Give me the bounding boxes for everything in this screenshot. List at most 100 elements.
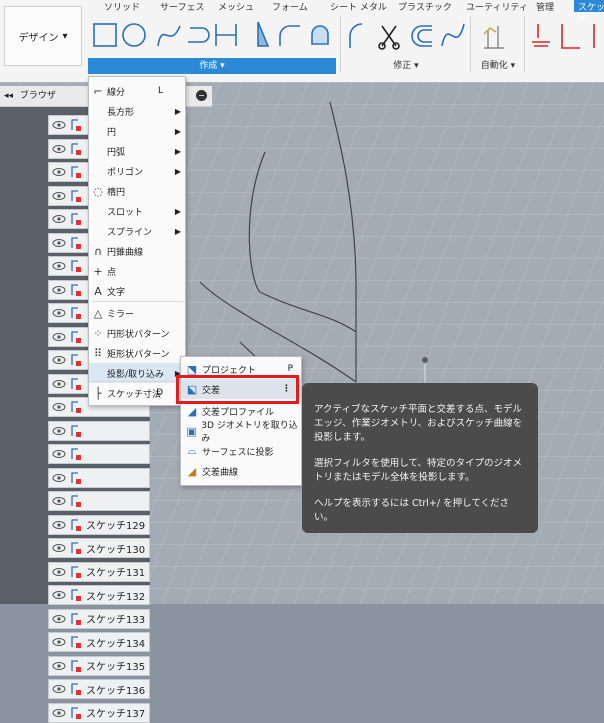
visibility-eye-icon[interactable] [52,614,66,624]
highlight-box [176,375,299,404]
browser-row[interactable]: スケッチ136 [48,679,150,699]
ellipse-icon: ◌ [93,184,103,198]
visibility-eye-icon[interactable] [52,355,66,365]
group-modify-dropdown[interactable]: 修正 ▾ [344,58,468,74]
sketch-point[interactable] [422,357,428,363]
visibility-eye-icon[interactable] [52,661,66,671]
tab-solid[interactable]: ソリッド [104,0,140,13]
visibility-eye-icon[interactable] [52,520,66,530]
browser-row[interactable] [48,420,150,441]
menu-item-1[interactable]: 長方形 ▶ [89,101,185,121]
visibility-eye-icon[interactable] [52,332,66,342]
visibility-eye-icon[interactable] [52,261,66,271]
visibility-eye-icon[interactable] [52,567,66,577]
visibility-eye-icon[interactable] [52,144,66,154]
slot-tool-icon[interactable] [188,27,210,43]
rectangle-tool-icon[interactable] [93,23,117,47]
tab-form[interactable]: フォーム [272,0,308,13]
offset-modify-icon[interactable] [411,25,432,47]
menu-item-4[interactable]: ポリゴン ▶ [89,161,185,181]
sketch-icon [70,189,82,203]
menu-item-6[interactable]: スロット ▶ [89,201,185,221]
group-create-dropdown[interactable]: 作成 ▾ [88,58,336,74]
group-automate-dropdown[interactable]: 自動化 ▾ [474,58,522,74]
visibility-eye-icon[interactable] [52,120,66,130]
visibility-eye-icon[interactable] [52,402,66,412]
menu-item-10[interactable]: A 文字 [89,281,185,301]
menu-item-2[interactable]: 円 ▶ [89,121,185,141]
spline-tool-icon[interactable] [157,25,181,47]
horizontal-vertical-constraint-icon[interactable] [532,24,550,47]
automate-sketch-icon[interactable] [480,20,510,54]
browser-row[interactable] [48,467,150,488]
browser-row[interactable] [48,444,150,464]
workspace-dropdown-button[interactable]: デザイン ▾ [4,6,82,66]
menu-item-11[interactable]: △ ミラー [89,303,185,323]
browser-row[interactable]: スケッチ135 [48,655,150,676]
group-automate-label: 自動化 [480,61,508,71]
menu-item-12[interactable]: ⁘ 円形状パターン [89,323,185,343]
tab-manage[interactable]: 管理 [536,0,554,13]
tab-mesh[interactable]: メッシュ [218,0,254,13]
offset-tool-icon[interactable] [311,25,329,45]
visibility-eye-icon[interactable] [52,590,66,600]
submenu-item-4[interactable]: ⌓ サーフェスに投影 [181,441,301,461]
fillet-modify-icon[interactable] [349,23,363,48]
curve-modify-icon[interactable] [441,23,465,47]
group-modify-label: 修正 [393,61,412,71]
visibility-eye-icon[interactable] [52,308,66,318]
visibility-eye-icon[interactable] [52,473,66,483]
menu-item-8[interactable]: ∩ 円錐曲線 [89,241,185,261]
dimension-tool-icon[interactable] [215,24,237,46]
menu-item-label: 楕円 [107,187,126,198]
visibility-eye-icon[interactable] [52,167,66,177]
tab-sketch[interactable]: スケッチ [574,0,604,26]
perpendicular-constraint-icon[interactable] [561,24,580,49]
visibility-eye-icon[interactable] [52,637,66,647]
menu-item-9[interactable]: + 点 [89,261,185,281]
browser-row[interactable]: スケッチ137 [48,702,150,723]
browser-row[interactable] [48,491,150,511]
collapse-left-icon[interactable]: ◂◂ [4,91,13,101]
tab-surface[interactable]: サーフェス [160,0,204,13]
browser-row[interactable]: スケッチ134 [48,632,150,652]
circle-tool-icon[interactable] [122,23,146,47]
visibility-eye-icon[interactable] [52,238,66,248]
tab-utility[interactable]: ユーティリティ [466,0,528,13]
constraint-tools [532,24,595,49]
tab-plastic[interactable]: プラスチック [398,0,452,13]
visibility-eye-icon[interactable] [52,191,66,201]
visibility-eye-icon[interactable] [52,708,66,718]
chevron-down-icon: ▾ [62,30,68,42]
visibility-eye-icon[interactable] [52,285,66,295]
menu-item-7[interactable]: スプライン ▶ [89,221,185,241]
triangle-tool-icon[interactable] [257,21,270,47]
trim-icon[interactable] [378,25,400,50]
menu-item-shortcut: L [157,86,163,96]
menu-item-0[interactable]: ⌐ 線分 L [89,81,185,101]
browser-row[interactable]: スケッチ133 [48,608,150,629]
visibility-eye-icon[interactable] [52,543,66,553]
menu-item-5[interactable]: ◌ 楕円 [89,181,185,201]
submenu-item-5[interactable]: ◢ 交差曲線 [181,461,301,481]
visibility-eye-icon[interactable] [52,684,66,694]
browser-row[interactable]: スケッチ129 [48,514,150,535]
submenu-item-3[interactable]: ▣ 3D ジオメトリを取り込み [181,421,301,444]
visibility-eye-icon[interactable] [52,214,66,224]
browser-row[interactable]: スケッチ131 [48,561,150,582]
visibility-eye-icon[interactable] [52,426,66,436]
menu-item-3[interactable]: 円弧 ▶ [89,141,185,161]
fillet-tool-icon[interactable] [279,25,300,46]
menu-item-14[interactable]: 投影/取り込み ▶ [89,363,185,383]
browser-row[interactable]: スケッチ130 [48,538,150,558]
browser-options-icon[interactable]: − [196,90,207,101]
include-3d-geometry-icon: ▣ [186,424,197,438]
visibility-eye-icon[interactable] [52,379,66,389]
visibility-eye-icon[interactable] [52,496,66,506]
menu-item-13[interactable]: ⠿ 矩形状パターン [89,343,185,363]
visibility-eye-icon[interactable] [52,449,66,459]
menu-item-label: スケッチ寸法 [107,389,162,400]
browser-row[interactable]: スケッチ132 [48,585,150,605]
menu-item-15[interactable]: ├ スケッチ寸法 D [89,383,185,403]
tab-sheet-metal[interactable]: シート メタル [330,0,387,13]
